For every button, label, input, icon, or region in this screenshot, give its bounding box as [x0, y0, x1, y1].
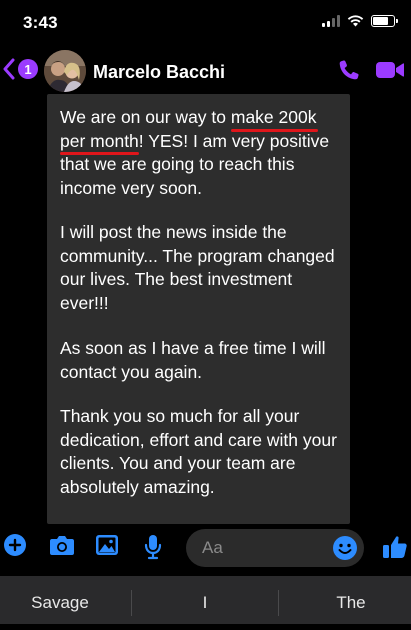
camera-icon: [50, 536, 74, 555]
avatar[interactable]: [44, 50, 86, 92]
photo-icon: [96, 535, 118, 555]
keyboard-suggestion-bar: Savage I The: [0, 576, 411, 624]
video-call-button[interactable]: [375, 60, 405, 85]
cellular-signal-icon: [322, 14, 340, 27]
highlighted-text: make 200k: [230, 107, 317, 127]
red-underline: [230, 128, 319, 132]
conversation-header: 1 Marcelo Bacchi: [0, 44, 411, 100]
voice-record-button[interactable]: [144, 534, 162, 565]
gallery-button[interactable]: [95, 534, 119, 561]
avatar-photo: [44, 50, 86, 92]
camera-button[interactable]: [49, 534, 75, 561]
back-button[interactable]: 1: [2, 58, 38, 80]
unread-badge: 1: [18, 59, 38, 79]
call-button[interactable]: [337, 58, 361, 87]
back-chevron-icon: [3, 58, 15, 80]
video-camera-icon: [376, 62, 404, 78]
like-button[interactable]: [382, 534, 408, 565]
message-text: We are on our way to: [60, 107, 231, 127]
wifi-icon: [347, 15, 364, 27]
message-paragraph-2: I will post the news inside the communit…: [60, 222, 335, 313]
phone-icon: [339, 60, 359, 80]
message-paragraph-1: We are on our way to make 200k per month!…: [60, 106, 345, 200]
microphone-icon: [144, 535, 162, 560]
highlight-1: make 200k: [230, 106, 319, 132]
chat-area[interactable]: We are on our way to make 200k per month!…: [0, 94, 411, 524]
contact-name[interactable]: Marcelo Bacchi: [93, 62, 225, 83]
battery-level: [373, 16, 389, 25]
suggestion-3[interactable]: The: [291, 576, 411, 624]
composer: [0, 524, 411, 574]
status-icons: [322, 14, 398, 27]
message-paragraph-3: As soon as I have a free time I will con…: [60, 338, 326, 382]
divider: [131, 590, 132, 616]
emoji-icon: [333, 536, 357, 560]
red-underline: [60, 152, 139, 155]
battery-icon: [371, 14, 398, 27]
divider: [278, 590, 279, 616]
highlighted-text: per month: [60, 130, 139, 151]
plus-icon: [4, 534, 26, 556]
status-bar: 3:43: [0, 0, 411, 44]
thumbs-up-icon: [383, 536, 407, 558]
more-actions-button[interactable]: [4, 534, 26, 561]
message-paragraph-4: Thank you so much for all your dedicatio…: [60, 406, 337, 497]
highlight-2: per month: [60, 130, 139, 155]
suggestion-2[interactable]: I: [145, 576, 265, 624]
emoji-button[interactable]: [333, 536, 357, 565]
status-time: 3:43: [23, 13, 58, 32]
suggestion-1[interactable]: Savage: [0, 576, 120, 624]
